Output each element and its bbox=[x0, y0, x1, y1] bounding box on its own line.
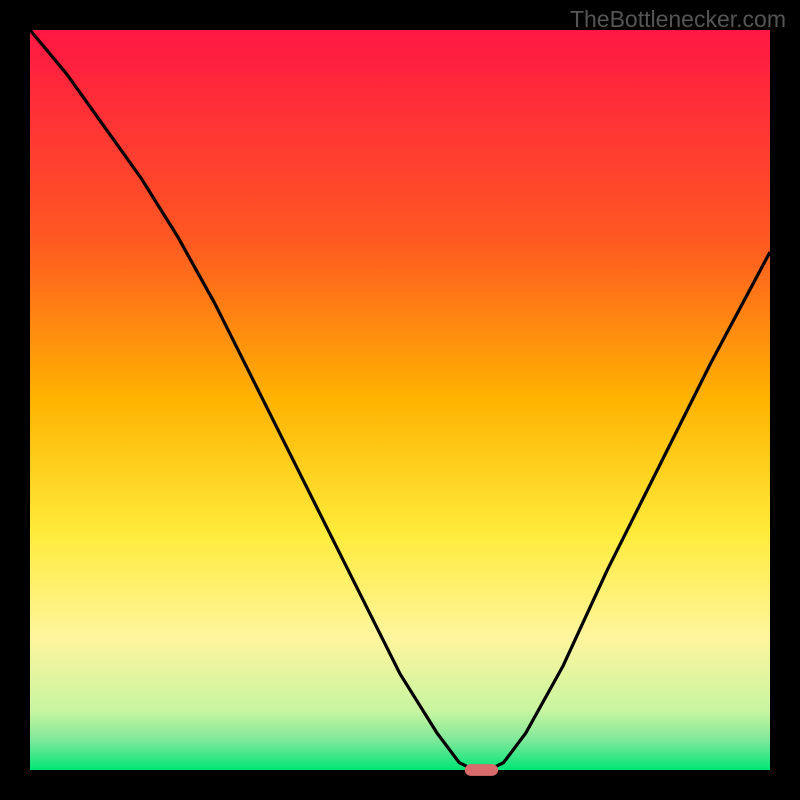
chart-gradient-area bbox=[30, 30, 770, 770]
bottleneck-chart: TheBottlenecker.com bbox=[0, 0, 800, 800]
watermark-text: TheBottlenecker.com bbox=[570, 6, 786, 33]
chart-svg bbox=[0, 0, 800, 800]
optimal-marker bbox=[465, 764, 498, 776]
